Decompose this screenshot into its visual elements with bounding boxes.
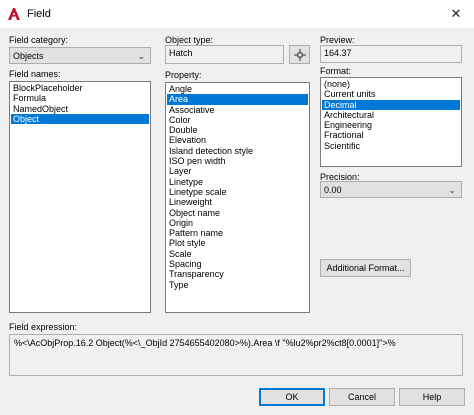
list-item[interactable]: Scale — [167, 249, 308, 259]
list-item[interactable]: Layer — [167, 166, 308, 176]
preview-label: Preview: — [320, 35, 355, 45]
list-item[interactable]: Formula — [11, 93, 149, 103]
ok-button[interactable]: OK — [259, 388, 325, 406]
field-expression-box[interactable]: %<\AcObjProp.16.2 Object(%<\_ObjId 27546… — [9, 334, 463, 376]
autocad-icon — [8, 8, 20, 20]
field-category-select[interactable]: Objects ⌄ — [9, 47, 151, 64]
field-category-label: Field category: — [9, 35, 69, 45]
object-type-label: Object type: — [165, 35, 214, 45]
list-item[interactable]: Pattern name — [167, 228, 308, 238]
list-item[interactable]: Angle — [167, 84, 308, 94]
pick-object-button[interactable] — [289, 45, 310, 64]
help-button[interactable]: Help — [399, 388, 465, 406]
list-item[interactable]: Associative — [167, 105, 308, 115]
format-label: Format: — [320, 66, 352, 76]
preview-field: 164.37 — [320, 45, 462, 63]
list-item[interactable]: Linetype — [167, 177, 308, 187]
window-title: Field — [27, 8, 51, 20]
list-item[interactable]: Linetype scale — [167, 187, 308, 197]
object-type-field: Hatch — [165, 45, 284, 64]
pick-object-icon — [293, 49, 306, 61]
list-item[interactable]: Double — [167, 125, 308, 135]
list-item[interactable]: Plot style — [167, 238, 308, 248]
list-item[interactable]: Elevation — [167, 135, 308, 145]
list-item[interactable]: Spacing — [167, 259, 308, 269]
list-item[interactable]: Type — [167, 280, 308, 290]
list-item[interactable]: Color — [167, 115, 308, 125]
field-category-value: Objects — [13, 51, 44, 61]
list-item[interactable]: ISO pen width — [167, 156, 308, 166]
cancel-button[interactable]: Cancel — [329, 388, 395, 406]
additional-format-button[interactable]: Additional Format... — [320, 259, 411, 277]
preview-value: 164.37 — [324, 48, 352, 58]
list-item[interactable]: Decimal — [322, 99, 460, 110]
list-item[interactable]: Object name — [167, 208, 308, 218]
list-item[interactable]: Area — [167, 94, 308, 105]
precision-select[interactable]: 0.00 ⌄ — [320, 181, 462, 198]
chevron-down-icon: ⌄ — [137, 51, 145, 61]
chevron-down-icon: ⌄ — [448, 185, 456, 195]
list-item[interactable]: BlockPlaceholder — [11, 83, 149, 93]
property-list[interactable]: Angle Area Associative Color Double Elevation… — [165, 82, 310, 313]
precision-value: 0.00 — [324, 185, 342, 195]
list-item[interactable]: Transparency — [167, 269, 308, 279]
format-list[interactable]: (none) Current units Decimal Architectural E… — [320, 77, 462, 167]
list-item[interactable]: Architectural — [322, 110, 460, 120]
object-type-value: Hatch — [169, 48, 193, 58]
list-item[interactable]: (none) — [322, 79, 460, 89]
property-label: Property: — [165, 70, 202, 80]
list-item[interactable]: Origin — [167, 218, 308, 228]
list-item[interactable]: Object — [11, 113, 149, 125]
list-item[interactable]: Current units — [322, 89, 460, 99]
field-expression-value: %<\AcObjProp.16.2 Object(%<\_ObjId 27546… — [14, 338, 396, 348]
field-expression-label: Field expression: — [9, 322, 78, 332]
list-item[interactable]: Island detection style — [167, 146, 308, 156]
list-item[interactable]: Engineering — [322, 120, 460, 130]
title-bar: Field ✕ — [0, 0, 474, 28]
field-names-list[interactable]: BlockPlaceholder Formula NamedObject Object — [9, 81, 151, 313]
list-item[interactable]: NamedObject — [11, 104, 149, 114]
field-names-label: Field names: — [9, 69, 61, 79]
list-item[interactable]: Fractional — [322, 130, 460, 140]
close-icon[interactable]: ✕ — [438, 0, 474, 28]
list-item[interactable]: Lineweight — [167, 197, 308, 207]
list-item[interactable]: Scientific — [322, 141, 460, 151]
